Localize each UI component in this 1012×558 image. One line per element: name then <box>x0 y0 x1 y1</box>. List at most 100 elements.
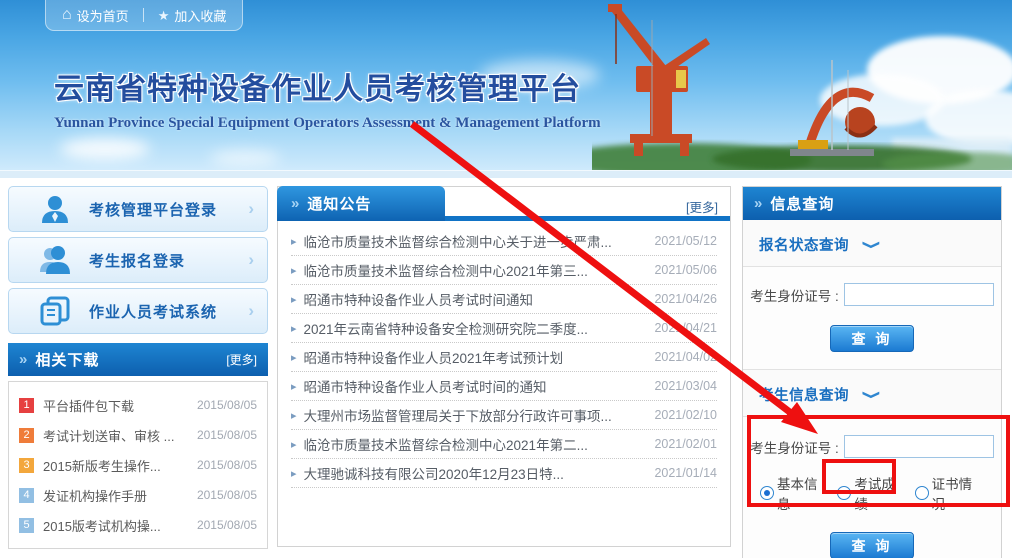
chevron-right-icon <box>248 250 254 270</box>
login-button-label: 考生报名登录 <box>89 250 185 271</box>
id-number-input[interactable] <box>844 435 994 458</box>
middle-column: 通知公告 [更多] 临沧市质量技术监督综合检测中心关于进一步严肃... 2021… <box>277 186 731 547</box>
exam-system-icon <box>39 295 71 327</box>
notice-item[interactable]: 大理驰诚科技有限公司2020年12月23日特... 2021/01/14 <box>291 459 717 488</box>
notice-item[interactable]: 昭通市特种设备作业人员考试时间通知 2021/04/26 <box>291 285 717 314</box>
notice-label: 临沧市质量技术监督综合检测中心关于进一步严肃... <box>304 231 645 251</box>
login-button-label: 作业人员考试系统 <box>89 301 217 322</box>
query-button[interactable]: 查 询 <box>830 325 914 352</box>
registration-status-form: 考生身份证号 : 查 询 <box>743 267 1001 370</box>
bullet-arrow-icon <box>291 467 297 480</box>
notice-item[interactable]: 2021年云南省特种设备安全检测研究院二季度... 2021/04/21 <box>291 314 717 343</box>
section-heading: 报名状态查询 <box>759 234 849 255</box>
query-panel-header: 信息查询 <box>743 187 1001 220</box>
notice-date: 2021/02/10 <box>654 408 717 422</box>
login-button-platform[interactable]: 考核管理平台登录 <box>8 186 268 232</box>
notices-list: 临沧市质量技术监督综合检测中心关于进一步严肃... 2021/05/12 临沧市… <box>278 221 730 488</box>
id-number-label: 考生身份证号 : <box>750 285 839 305</box>
notice-label: 临沧市质量技术监督综合检测中心2021年第三... <box>304 260 645 280</box>
notice-label: 2021年云南省特种设备安全检测研究院二季度... <box>304 318 645 338</box>
section-heading: 考生信息查询 <box>759 384 849 405</box>
login-button-candidate[interactable]: 考生报名登录 <box>8 237 268 283</box>
download-label: 2015版考试机构操... <box>43 516 189 535</box>
notice-date: 2021/04/02 <box>654 350 717 364</box>
download-item[interactable]: 4 发证机构操作手册 2015/08/05 <box>19 480 257 510</box>
notice-label: 大理驰诚科技有限公司2020年12月23日特... <box>304 463 645 483</box>
user-icon <box>39 193 71 225</box>
id-number-label: 考生身份证号 : <box>750 437 839 457</box>
download-label: 发证机构操作手册 <box>43 486 189 505</box>
downloads-list: 1 平台插件包下载 2015/08/05 2 考试计划送审、审核 ... 201… <box>8 381 268 549</box>
notices-more-link[interactable]: [更多] <box>686 197 718 216</box>
notice-item[interactable]: 昭通市特种设备作业人员2021年考试预计划 2021/04/02 <box>291 343 717 372</box>
downloads-header: 相关下载 [更多] <box>8 343 268 376</box>
star-icon <box>158 8 170 22</box>
cloud-decoration <box>60 138 150 160</box>
add-favorite-label: 加入收藏 <box>174 6 226 25</box>
download-rank-badge: 2 <box>19 428 34 443</box>
users-icon <box>39 244 71 276</box>
site-titles: 云南省特种设备作业人员考核管理平台 Yunnan Province Specia… <box>54 64 601 132</box>
home-icon <box>62 7 72 23</box>
chevron-down-icon <box>867 238 878 252</box>
radio-label: 考试成绩 <box>854 473 906 513</box>
download-date: 2015/08/05 <box>197 398 257 412</box>
download-label: 2015新版考生操作... <box>43 456 189 475</box>
bullet-arrow-icon <box>291 322 297 335</box>
add-favorite-link[interactable]: 加入收藏 <box>158 6 227 25</box>
section-registration-status[interactable]: 报名状态查询 <box>743 220 1001 267</box>
chevron-right-icon <box>248 301 254 321</box>
double-chevron-icon <box>754 195 762 212</box>
double-chevron-icon <box>291 195 299 212</box>
radio-label: 证书情况 <box>932 473 984 513</box>
radio-option[interactable]: 证书情况 <box>915 473 984 513</box>
notice-date: 2021/04/21 <box>654 321 717 335</box>
bullet-arrow-icon <box>291 264 297 277</box>
download-date: 2015/08/05 <box>197 488 257 502</box>
cloud-decoration <box>210 150 280 166</box>
download-rank-badge: 1 <box>19 398 34 413</box>
main-content: 考核管理平台登录 考生报名登录 <box>0 178 1012 558</box>
notice-date: 2021/02/01 <box>654 437 717 451</box>
download-item[interactable]: 3 2015新版考生操作... 2015/08/05 <box>19 450 257 480</box>
notice-item[interactable]: 临沧市质量技术监督综合检测中心2021年第三... 2021/05/06 <box>291 256 717 285</box>
notice-date: 2021/05/06 <box>654 263 717 277</box>
notice-date: 2021/03/04 <box>654 379 717 393</box>
set-home-link[interactable]: 设为首页 <box>62 6 129 25</box>
notices-title: 通知公告 <box>307 193 371 214</box>
notice-date: 2021/05/12 <box>654 234 717 248</box>
notice-item[interactable]: 昭通市特种设备作业人员考试时间的通知 2021/03/04 <box>291 372 717 401</box>
notices-header: 通知公告 [更多] <box>278 187 730 221</box>
download-rank-badge: 4 <box>19 488 34 503</box>
query-button[interactable]: 查 询 <box>830 532 914 558</box>
download-date: 2015/08/05 <box>197 428 257 442</box>
bullet-arrow-icon <box>291 438 297 451</box>
radio-label: 基本信息 <box>777 473 829 513</box>
download-item[interactable]: 1 平台插件包下载 2015/08/05 <box>19 390 257 420</box>
left-column: 考核管理平台登录 考生报名登录 <box>8 186 268 549</box>
download-label: 平台插件包下载 <box>43 396 189 415</box>
download-rank-badge: 3 <box>19 458 34 473</box>
header-banner: 设为首页 加入收藏 云南省特种设备作业人员考核管理平台 Yunnan Provi… <box>0 0 1012 170</box>
radio-circle-icon <box>837 486 851 500</box>
downloads-more-link[interactable]: [更多] <box>226 351 257 368</box>
bullet-arrow-icon <box>291 293 297 306</box>
notices-tab[interactable]: 通知公告 <box>277 186 445 221</box>
double-chevron-icon <box>19 351 27 368</box>
notice-item[interactable]: 大理州市场监督管理局关于下放部分行政许可事项... 2021/02/10 <box>291 401 717 430</box>
header-scenery-crane <box>592 0 1012 170</box>
radio-option[interactable]: 考试成绩 <box>837 473 906 513</box>
site-title: 云南省特种设备作业人员考核管理平台 <box>54 64 601 108</box>
login-button-exam-system[interactable]: 作业人员考试系统 <box>8 288 268 334</box>
radio-option[interactable]: 基本信息 <box>760 473 829 513</box>
id-number-input[interactable] <box>844 283 994 306</box>
download-item[interactable]: 2 考试计划送审、审核 ... 2015/08/05 <box>19 420 257 450</box>
section-candidate-info[interactable]: 考生信息查询 <box>743 370 1001 417</box>
notice-label: 昭通市特种设备作业人员2021年考试预计划 <box>304 347 645 367</box>
download-label: 考试计划送审、审核 ... <box>43 426 189 445</box>
notice-item[interactable]: 临沧市质量技术监督综合检测中心2021年第二... 2021/02/01 <box>291 430 717 459</box>
notice-item[interactable]: 临沧市质量技术监督综合检测中心关于进一步严肃... 2021/05/12 <box>291 227 717 256</box>
download-item[interactable]: 5 2015版考试机构操... 2015/08/05 <box>19 510 257 540</box>
notice-date: 2021/04/26 <box>654 292 717 306</box>
download-date: 2015/08/05 <box>197 518 257 532</box>
